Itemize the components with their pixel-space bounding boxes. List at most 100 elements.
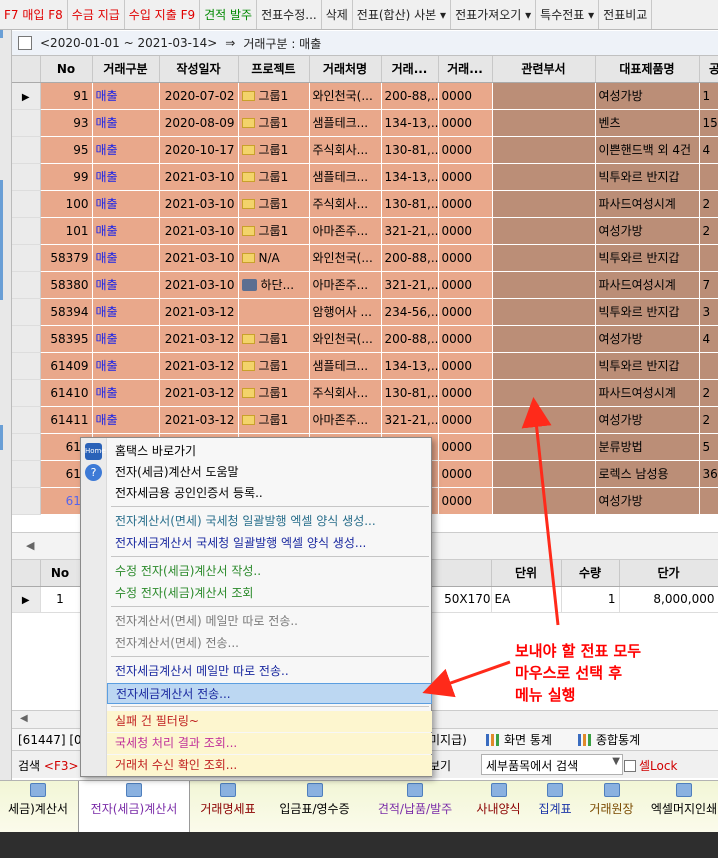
detail-header-price[interactable]: 단가 (619, 560, 718, 587)
cell-kind: 매출 (92, 244, 160, 272)
menu-item-0[interactable]: 홈택스 바로가기 (107, 441, 432, 462)
table-row[interactable]: 93 매출 2020-08-09 그룹1 샘플테크... 134-13,... 0000 벤츠… (12, 109, 718, 137)
search-button[interactable]: 검색 <F3> (18, 757, 79, 774)
row-selector[interactable] (12, 136, 41, 164)
bottom-tab-6[interactable]: 집계표 (532, 781, 578, 832)
detail-header-no[interactable]: No (40, 560, 81, 587)
menu-item-9[interactable]: 전자세금계산서 메일만 따로 전송.. (107, 661, 432, 682)
search-scope-select[interactable]: 세부품목에서 검색 ▼ (481, 754, 623, 775)
menu-item-4[interactable]: 전자세금계산서 국세청 일괄발행 엑셀 양식 생성... (107, 533, 432, 554)
menu-separator (111, 556, 429, 557)
table-row[interactable]: 58380 매출 2021-03-10 하단... 아마존주... 321-21,... 0… (12, 271, 718, 299)
table-row[interactable]: 58379 매출 2021-03-10 N/A 와인천국(... 200-88,... 00… (12, 244, 718, 272)
bottom-tab-5[interactable]: 사내양식 (467, 781, 530, 832)
row-selector[interactable] (12, 163, 41, 191)
toolbar-item-5[interactable]: 삭제 (322, 0, 353, 29)
row-selector[interactable] (12, 460, 41, 488)
menu-item-2[interactable]: 전자세금용 공인인증서 등록.. (107, 483, 432, 504)
bottom-tab-2[interactable]: 거래명세표 (192, 781, 264, 832)
menu-item-6[interactable]: 수정 전자(세금)계산서 조회 (107, 583, 432, 604)
table-row[interactable]: 101 매출 2021-03-10 그룹1 아마존주... 321-21,... 0000 여… (12, 217, 718, 245)
table-row[interactable]: 61410 매출 2021-03-12 그룹1 주식회사... 130-81,... 000… (12, 379, 718, 407)
grid-header-5[interactable]: 거래... (381, 56, 439, 83)
row-selector[interactable] (12, 217, 41, 245)
row-selector[interactable] (12, 433, 41, 461)
grid-header-7[interactable]: 관련부서 (492, 56, 596, 83)
row-selector[interactable] (12, 352, 41, 380)
menu-item-1[interactable]: 전자(세금)계산서 도움말 (107, 462, 432, 483)
grid-header-3[interactable]: 프로젝트 (238, 56, 310, 83)
row-selector[interactable] (12, 406, 41, 434)
grid-header-4[interactable]: 거래처명 (309, 56, 382, 83)
grid-header-2[interactable]: 작성일자 (159, 56, 239, 83)
folder-icon (241, 252, 255, 263)
table-row[interactable]: 100 매출 2021-03-10 그룹1 주식회사... 130-81,... 0000 파… (12, 190, 718, 218)
grid-header-1[interactable]: 거래구분 (92, 56, 160, 83)
menu-item-3[interactable]: 전자계산서(면세) 국세청 일괄발행 엑셀 양식 생성... (107, 511, 432, 532)
table-row[interactable]: 58395 매출 2021-03-12 그룹1 와인천국(... 200-88,... 00… (12, 325, 718, 353)
view-button[interactable]: 보기 (429, 757, 451, 774)
row-pointer-icon[interactable]: ▶ (12, 586, 41, 613)
cell-dept (492, 325, 596, 353)
cell-client: 주식회사... (309, 379, 382, 407)
table-row[interactable]: 58394 매출 2021-03-12 암행어사 ... 234-56,... 0000 빅… (12, 298, 718, 326)
cell-client: 샘플테크... (309, 352, 382, 380)
bottom-tab-3[interactable]: 입금표/영수증 (266, 781, 363, 832)
cell-lock-checkbox[interactable]: 셀Lock (624, 757, 677, 774)
grid-header-0[interactable]: No (40, 56, 93, 83)
table-row[interactable]: 95 매출 2020-10-17 그룹1 주식회사... 130-81,... 0000 이쁜… (12, 136, 718, 164)
toolbar-item-1[interactable]: 수금 지급 (68, 0, 125, 29)
bottom-tab-7[interactable]: 거래원장 (580, 781, 643, 832)
checkbox-icon[interactable] (624, 760, 636, 772)
screen-stats-button[interactable]: 화면 통계 (486, 731, 552, 748)
scroll-left-icon[interactable]: ◀ (20, 713, 28, 724)
menu-item-13[interactable]: 거래처 수신 확인 조회... (107, 755, 432, 776)
menu-item-5[interactable]: 수정 전자(세금)계산서 작성.. (107, 561, 432, 582)
bottom-tab-1[interactable]: 전자(세금)계산서 (78, 781, 190, 832)
total-stats-button[interactable]: 종합통계 (578, 731, 640, 748)
table-row[interactable]: 61411 매출 2021-03-12 그룹1 아마존주... 321-21,... 000… (12, 406, 718, 434)
chevron-down-icon[interactable]: ▼ (612, 756, 620, 767)
menu-item-10[interactable]: 전자세금계산서 전송... (107, 683, 432, 704)
row-selector[interactable] (12, 379, 41, 407)
row-selector[interactable] (12, 271, 41, 299)
table-row[interactable]: 61409 매출 2021-03-12 그룹1 샘플테크... 134-13,... 000… (12, 352, 718, 380)
menu-item-11[interactable]: 실패 건 필터링~ (107, 711, 432, 732)
row-selector[interactable] (12, 487, 41, 515)
menu-item-12[interactable]: 국세청 처리 결과 조회... (107, 733, 432, 754)
table-row[interactable]: 99 매출 2021-03-10 그룹1 샘플테크... 134-13,... 0000 빅투… (12, 163, 718, 191)
cell-dept (492, 379, 596, 407)
toolbar-item-4[interactable]: 전표수정... (257, 0, 322, 29)
scroll-left-icon[interactable]: ◀ (26, 539, 34, 552)
grid-header-6[interactable]: 거래... (438, 56, 493, 83)
detail-header-unit[interactable]: 단위 (491, 560, 562, 587)
form-icon (220, 783, 236, 797)
cell-date: 2021-03-12 (159, 379, 239, 407)
grid-header-8[interactable]: 대표제품명 (595, 56, 700, 83)
grid-header-9[interactable]: 공 (699, 56, 718, 83)
cell-no: 61411 (40, 406, 93, 434)
row-selector[interactable] (12, 190, 41, 218)
toolbar-item-2[interactable]: 수입 지출 F9 (125, 0, 201, 29)
menu-item-7[interactable]: 전자계산서(면세) 메일만 따로 전송.. (107, 611, 432, 632)
toolbar-item-8[interactable]: 특수전표 ▾ (536, 0, 600, 29)
toolbar-item-7[interactable]: 전표가져오기 ▾ (451, 0, 537, 29)
row-selector[interactable]: ▶ (12, 82, 41, 110)
bottom-tab-4[interactable]: 견적/납품/발주 (365, 781, 465, 832)
bottom-tab-0[interactable]: 세금)계산서 (0, 781, 76, 832)
row-selector[interactable] (12, 109, 41, 137)
toolbar-item-3[interactable]: 견적 발주 (200, 0, 258, 29)
detail-header-qty[interactable]: 수량 (561, 560, 620, 587)
cell-biz: 200-88,... (381, 82, 439, 110)
table-row[interactable]: ▶ 91 매출 2020-07-02 그룹1 와인천국(... 200-88,... 0000… (12, 82, 718, 110)
toolbar-item-9[interactable]: 전표비교 (599, 0, 653, 29)
menu-item-8[interactable]: 전자계산서(면세) 전송... (107, 633, 432, 654)
bottom-tab-8[interactable]: 엑셀머지인쇄 (645, 781, 718, 832)
row-selector[interactable] (12, 298, 41, 326)
toolbar-item-0[interactable]: F7 매입 F8 (0, 0, 68, 29)
toolbar-item-6[interactable]: 전표(합산) 사본 ▾ (353, 0, 452, 29)
bottom-tab-label: 거래원장 (589, 802, 634, 816)
row-selector[interactable] (12, 244, 41, 272)
document-icon[interactable] (18, 36, 32, 50)
row-selector[interactable] (12, 325, 41, 353)
